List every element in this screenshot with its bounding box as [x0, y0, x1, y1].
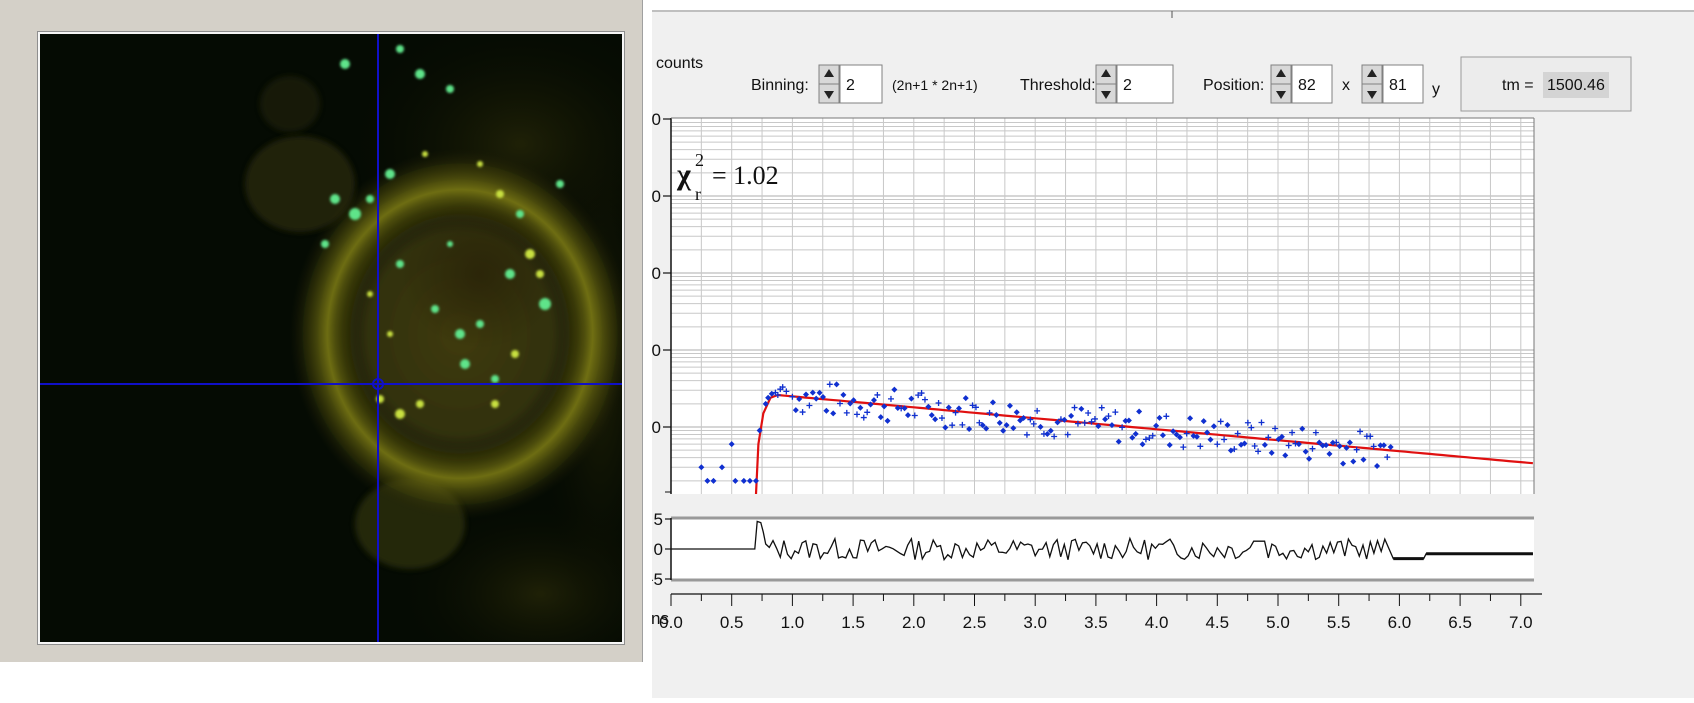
- x-tick-label: 7.0: [1509, 613, 1533, 632]
- x-tick-label: 0.5: [720, 613, 744, 632]
- x-tick-label: 1.5: [841, 613, 865, 632]
- chi-superscript: 2: [695, 150, 704, 170]
- binning-label: Binning:: [751, 77, 809, 94]
- x-tick-label: 3.5: [1084, 613, 1108, 632]
- residual-plot[interactable]: 5 0 -5: [648, 510, 1534, 589]
- y-tick-label: 100000: [652, 110, 661, 129]
- threshold-label: Threshold:: [1020, 77, 1096, 94]
- position-x-unit: x: [1342, 77, 1350, 94]
- residual-y-tick-label: -5: [652, 570, 663, 589]
- microscopy-canvas[interactable]: [40, 14, 690, 684]
- position-x-spinner[interactable]: [1270, 64, 1292, 104]
- position-y-unit: y: [1432, 81, 1440, 98]
- counts-label: counts: [656, 55, 703, 72]
- time-axis: 0.0 0.5 1.0 1.5 2.0 2.5 3.0 3.5 4.0 4.5 5.0 5.5 6.0 6…: [651, 593, 1542, 632]
- x-tick-label: 6.0: [1388, 613, 1412, 632]
- position-x-value: 82: [1298, 77, 1316, 94]
- position-y-value: 81: [1389, 77, 1407, 94]
- tm-label: tm =: [1502, 77, 1534, 94]
- chi-subscript: r: [695, 184, 701, 204]
- x-tick-label: 2.0: [902, 613, 926, 632]
- position-label: Position:: [1203, 77, 1264, 94]
- residual-y-tick-label: 0: [654, 540, 663, 559]
- x-tick-label: 5.0: [1266, 613, 1290, 632]
- x-tick-label: 5.5: [1327, 613, 1351, 632]
- decay-panel-canvas: counts Binning: 2 (2n+1 * 2n+1) Threshol…: [604, 10, 1694, 632]
- residual-y-tick-label: 5: [654, 510, 663, 529]
- y-tick-label: 10: [652, 418, 661, 437]
- y-tick-label: 10000: [652, 187, 661, 206]
- x-tick-label: 4.5: [1205, 613, 1229, 632]
- x-tick-label: 4.0: [1145, 613, 1169, 632]
- decay-panel: counts Binning: 2 (2n+1 * 2n+1) Threshol…: [604, 10, 1694, 698]
- chi-value: = 1.02: [712, 161, 779, 190]
- decay-plot[interactable]: 100000 10000 1000 100 10: [604, 110, 1535, 495]
- x-tick-label: 1.0: [781, 613, 805, 632]
- microscopy-image[interactable]: [38, 14, 690, 684]
- position-y-spinner[interactable]: [1361, 64, 1383, 104]
- binning-value: 2: [846, 77, 855, 94]
- tm-value: 1500.46: [1547, 77, 1605, 94]
- image-panel: [0, 0, 690, 684]
- y-tick-label: 1000: [652, 264, 661, 283]
- x-tick-label: 3.0: [1023, 613, 1047, 632]
- y-tick-label: 100: [652, 341, 661, 360]
- chi-symbol: χ: [676, 158, 692, 191]
- x-tick-label: 6.5: [1448, 613, 1472, 632]
- threshold-value: 2: [1123, 77, 1132, 94]
- x-tick-label: 2.5: [963, 613, 987, 632]
- binning-spinner[interactable]: [818, 64, 840, 104]
- threshold-spinner[interactable]: [1095, 64, 1117, 104]
- x-unit-label: ns: [652, 609, 669, 628]
- binning-formula: (2n+1 * 2n+1): [892, 77, 978, 93]
